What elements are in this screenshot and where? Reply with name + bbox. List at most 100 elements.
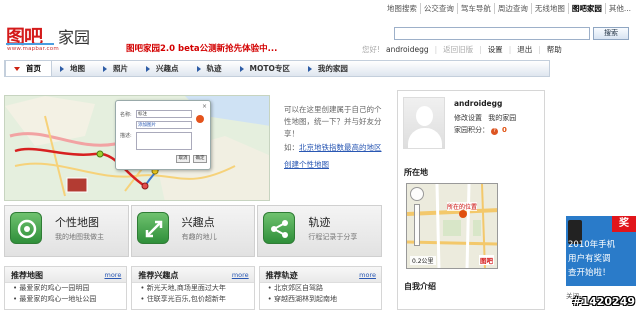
- map-intro: 可以在这里创建属于自己的个性地图，统一下？并与好友分享！ 如：北京地铁指数最高的…: [284, 104, 384, 171]
- target-icon: [10, 212, 42, 244]
- ad-line: 2010年手机: [568, 240, 616, 250]
- feature-boxes: 个性地图 我的地图我做主 兴趣点 有趣的地儿 轨迹 行程记录于分享: [4, 205, 383, 257]
- nav-item-photos[interactable]: 照片: [95, 61, 138, 76]
- list-header: 推荐轨迹 more: [259, 267, 381, 283]
- more-link[interactable]: more: [104, 271, 121, 279]
- points-value: 0: [502, 126, 507, 134]
- top-link-other[interactable]: 其他...: [604, 3, 634, 14]
- list-recommended-tracks: 推荐轨迹 more • 北京郊区自驾路 • 穿越西湖林到起南地: [258, 266, 382, 310]
- nav-item-moto[interactable]: MOTO专区: [232, 61, 300, 76]
- nav-label: 首页: [26, 64, 41, 73]
- list-item[interactable]: • 北京郊区自驾路: [260, 283, 381, 294]
- list-header: 推荐兴趣点 more: [132, 267, 254, 283]
- nav-item-map[interactable]: 地图: [52, 61, 95, 76]
- help-link[interactable]: 帮助: [547, 44, 562, 55]
- nav-label: 地图: [70, 64, 85, 73]
- greeting: 您好!: [362, 45, 381, 54]
- nav-item-tracks[interactable]: 轨迹: [189, 61, 232, 76]
- map-edit-popup: × 名称: 标注 添加图片 描述: 取消 确定: [115, 100, 211, 170]
- list-item[interactable]: • 住联享光百乐,包价超新年: [132, 294, 253, 305]
- zoom-slider[interactable]: [414, 204, 420, 246]
- old-version-link[interactable]: 返回旧版: [443, 44, 473, 55]
- list-header: 推荐地图 more: [5, 267, 127, 283]
- name-field[interactable]: 标注: [136, 110, 192, 118]
- location-label: 所在地: [404, 168, 428, 177]
- about-label: 自我介绍: [404, 282, 436, 291]
- logout-link[interactable]: 退出: [517, 44, 532, 55]
- feature-title: 轨迹: [308, 216, 331, 229]
- top-link-bus[interactable]: 公交查询: [419, 3, 457, 14]
- map-preview[interactable]: × 名称: 标注 添加图片 描述: 取消 确定: [4, 95, 270, 201]
- divider: |: [538, 45, 541, 54]
- arrow-right-icon: [146, 65, 150, 72]
- feature-title: 兴趣点: [181, 216, 215, 229]
- arrow-right-icon: [196, 65, 201, 72]
- feature-desc: 我的地图我做主: [55, 233, 104, 241]
- top-link-drive[interactable]: 驾车导航: [456, 3, 494, 14]
- ad-banner[interactable]: 奖 2010年手机 用户有奖调 查开始啦！: [566, 216, 636, 286]
- type-field[interactable]: 添加图片: [136, 121, 192, 129]
- nav-item-my-home[interactable]: 我的家园: [300, 61, 358, 76]
- my-home-link[interactable]: 我的家园: [488, 114, 516, 122]
- username-link[interactable]: androidegg: [386, 45, 429, 54]
- profile-panel: androidegg 修改设置 我的家园 家园积分：? 0 所在地 所在的位置 0…: [397, 90, 545, 310]
- pan-control-icon[interactable]: [410, 187, 424, 201]
- feature-title: 个性地图: [55, 216, 99, 229]
- name-label: 名称:: [120, 112, 132, 118]
- nav-item-poi[interactable]: 兴趣点: [138, 61, 189, 76]
- search-input[interactable]: [394, 27, 590, 40]
- more-link[interactable]: more: [232, 271, 249, 279]
- promo-banner[interactable]: 图吧家园2.0 beta公测新抢先体验中...: [126, 42, 277, 54]
- example-prefix: 如：: [284, 143, 299, 152]
- feature-poi[interactable]: 兴趣点 有趣的地儿: [130, 205, 256, 257]
- top-link-home[interactable]: 图吧家园: [567, 3, 605, 14]
- share-icon: [263, 212, 296, 244]
- list-item[interactable]: • 穿越西湖林到起南地: [260, 294, 381, 305]
- intro-text: 可以在这里创建属于自己的个性地图，统一下？并与好友分享！: [284, 105, 382, 138]
- arrow-right-icon: [239, 65, 244, 72]
- desc-field[interactable]: [136, 132, 192, 150]
- prize-badge: 奖: [612, 216, 636, 232]
- example-link[interactable]: 北京地铁指数最高的地区: [299, 143, 382, 152]
- avatar[interactable]: [403, 97, 445, 149]
- nav-item-home[interactable]: 首页: [5, 61, 52, 76]
- top-link-wireless[interactable]: 无线地图: [530, 3, 568, 14]
- arrow-right-icon: [103, 65, 107, 72]
- site-logo[interactable]: 图吧 家园 www.mapbar.com: [6, 22, 116, 60]
- list-item[interactable]: • 新光天地,商场里面过大年: [132, 283, 253, 294]
- edit-settings-link[interactable]: 修改设置: [454, 114, 482, 122]
- name-value: 标注: [138, 112, 147, 117]
- feature-tracks[interactable]: 轨迹 行程记录于分享: [257, 205, 383, 257]
- list-title: 推荐地图: [11, 271, 43, 280]
- cancel-button[interactable]: 取消: [176, 155, 190, 163]
- map-scale: 0.2公里: [410, 256, 436, 265]
- ad-line: 用户有奖调: [568, 254, 611, 264]
- main-nav: 首页 地图 照片 兴趣点 轨迹 MOTO专区 我的家园: [4, 60, 550, 77]
- logo-url: www.mapbar.com: [7, 46, 59, 52]
- type-value: 添加图片: [138, 123, 156, 128]
- avatar-body: [408, 128, 442, 148]
- list-item[interactable]: • 最爱家的鸡心一地址公园: [5, 294, 126, 305]
- top-links: 地图搜索 公交查询 驾车导航 周边查询 无线地图 图吧家园 其他...: [384, 3, 634, 14]
- settings-link[interactable]: 设置: [488, 44, 503, 55]
- ok-button[interactable]: 确定: [193, 155, 207, 163]
- avatar-head: [416, 106, 433, 126]
- points-label: 家园积分：: [454, 126, 489, 134]
- feature-custom-map[interactable]: 个性地图 我的地图我做主: [4, 205, 129, 257]
- more-link[interactable]: more: [359, 271, 376, 279]
- nav-label: MOTO专区: [249, 64, 290, 73]
- divider: |: [508, 45, 512, 54]
- profile-name[interactable]: androidegg: [454, 99, 502, 108]
- expand-arrows-icon: [136, 212, 169, 244]
- arrow-right-icon: [307, 65, 312, 72]
- create-map-link[interactable]: 创建个性地图: [284, 159, 384, 171]
- location-pin-icon: [459, 210, 467, 218]
- help-icon[interactable]: ?: [491, 128, 498, 135]
- list-item[interactable]: • 最爱家的鸡心一园明园: [5, 283, 126, 294]
- close-icon[interactable]: ×: [202, 103, 207, 110]
- search-button[interactable]: 搜索: [593, 27, 629, 40]
- logo-subtitle: 家园: [58, 28, 91, 47]
- location-minimap[interactable]: 所在的位置 0.2公里 图吧: [406, 183, 498, 269]
- top-link-map-search[interactable]: 地图搜索: [384, 3, 420, 14]
- top-link-nearby[interactable]: 周边查询: [493, 3, 531, 14]
